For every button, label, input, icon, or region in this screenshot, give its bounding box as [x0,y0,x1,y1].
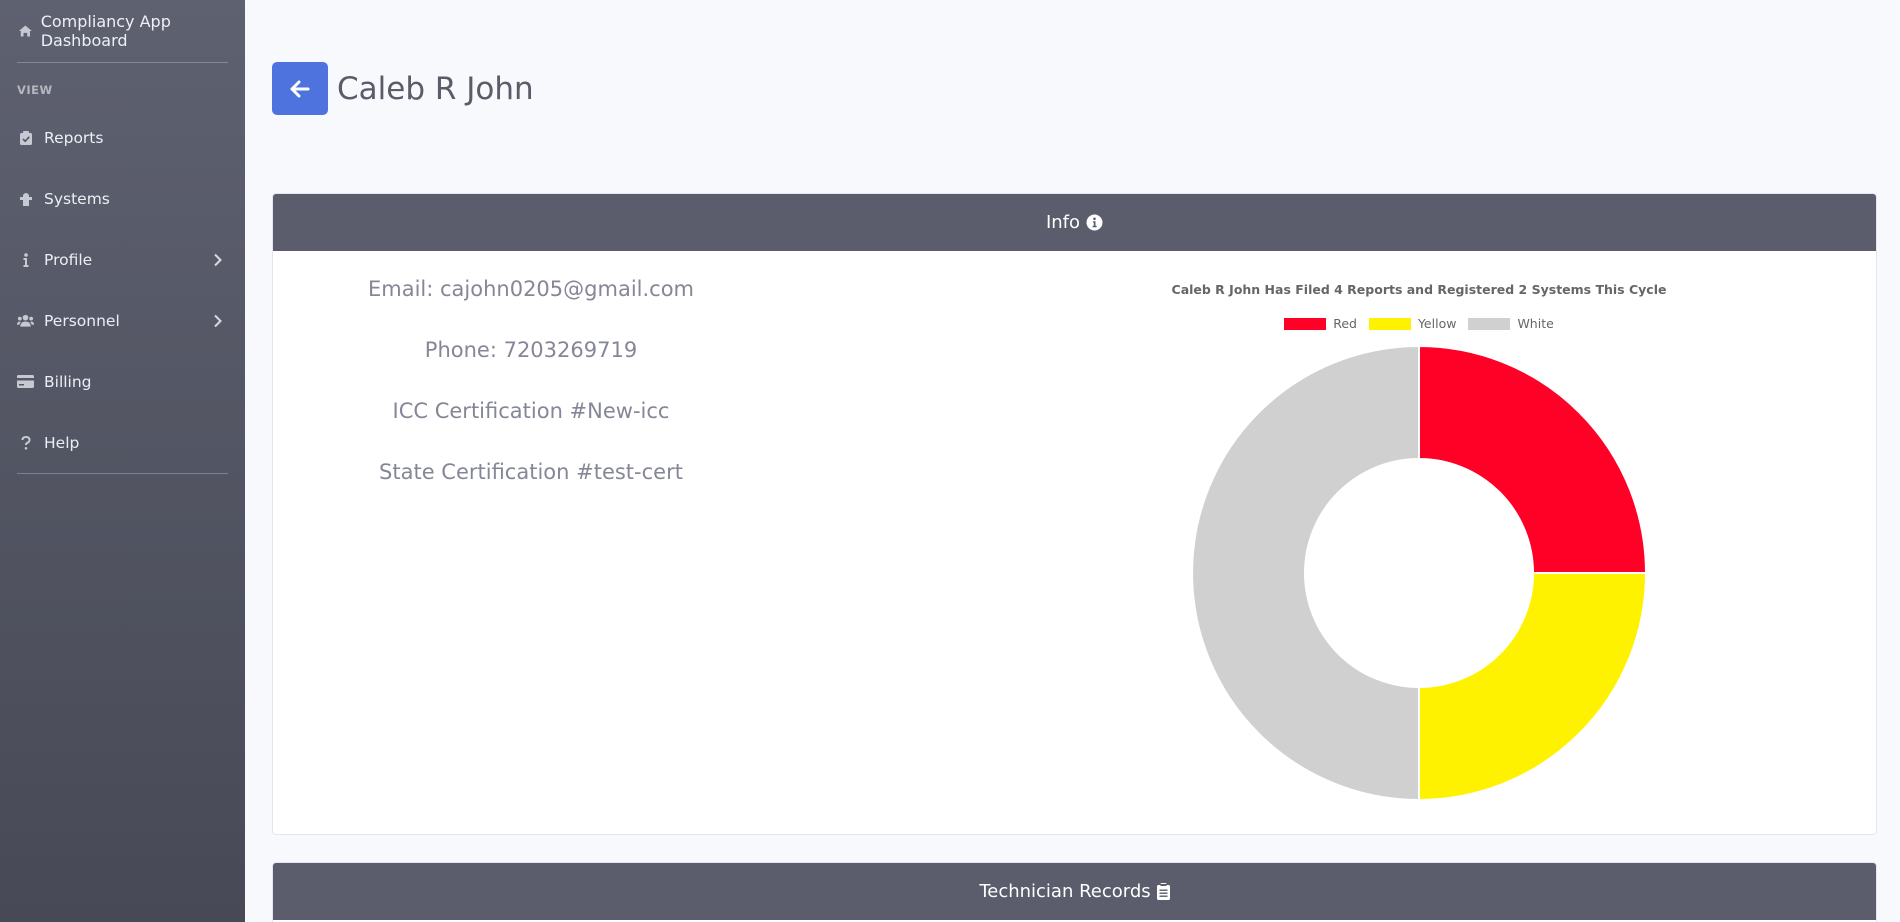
credit-card-icon [17,374,34,390]
info-card-header: Info [273,194,1876,251]
users-icon [17,313,34,329]
technician-records-card: Technician Records [272,862,1877,922]
donut-slice-red[interactable] [1418,344,1648,574]
sidebar-item-label: Personnel [44,311,120,330]
fire-hydrant-icon [17,191,34,207]
info-card-title: Info [1045,212,1081,233]
sidebar-item-label: Reports [44,128,104,147]
donut-chart [1191,344,1648,802]
email-text: Email: cajohn0205@gmail.com [367,277,695,301]
info-icon [17,252,34,268]
clipboard-check-icon [17,130,34,146]
sidebar-item-systems[interactable]: Systems [0,168,245,229]
back-button[interactable] [272,62,328,115]
sidebar-divider [17,473,228,474]
question-icon [17,435,34,451]
info-card: Info Email: cajohn0205@gmail.com Phone: … [272,193,1877,835]
donut-slice-yellow[interactable] [1418,572,1648,802]
sidebar-heading: VIEW [17,83,53,97]
arrow-left-icon [290,80,310,97]
phone-text: Phone: 7203269719 [424,338,638,362]
sidebar-item-label: Profile [44,250,93,269]
state-certification-text: State Certification #test-cert [379,460,683,484]
sidebar-item-profile[interactable]: Profile [0,229,245,290]
clipboard-list-icon [1156,883,1170,900]
chevron-right-icon [214,314,222,327]
icc-certification-text: ICC Certification #New-icc [392,399,670,423]
chevron-right-icon [214,253,222,266]
donut-slice-white[interactable] [1191,344,1420,802]
sidebar-item-help[interactable]: Help [0,412,245,473]
technician-records-header: Technician Records [273,863,1876,920]
sidebar-brand[interactable]: Compliancy App Dashboard [0,0,245,62]
contact-info: Email: cajohn0205@gmail.com Phone: 72032… [273,251,789,523]
sidebar-item-personnel[interactable]: Personnel [0,290,245,351]
page-header: Caleb R John [272,62,534,115]
home-icon [18,25,32,37]
sidebar-item-reports[interactable]: Reports [0,107,245,168]
sidebar-item-label: Billing [44,372,92,391]
brand-label: Compliancy App Dashboard [40,12,171,50]
sidebar-item-label: Help [44,433,80,452]
sidebar-item-billing[interactable]: Billing [0,351,245,412]
technician-records-title: Technician Records [979,881,1151,902]
sidebar: Compliancy App Dashboard VIEW Reports Sy… [0,0,245,922]
page-title: Caleb R John [337,70,534,107]
sidebar-item-label: Systems [44,189,110,208]
report-chart: Caleb R John Has Filed 4 Reports and Reg… [1109,251,1729,831]
info-circle-icon [1086,214,1103,231]
